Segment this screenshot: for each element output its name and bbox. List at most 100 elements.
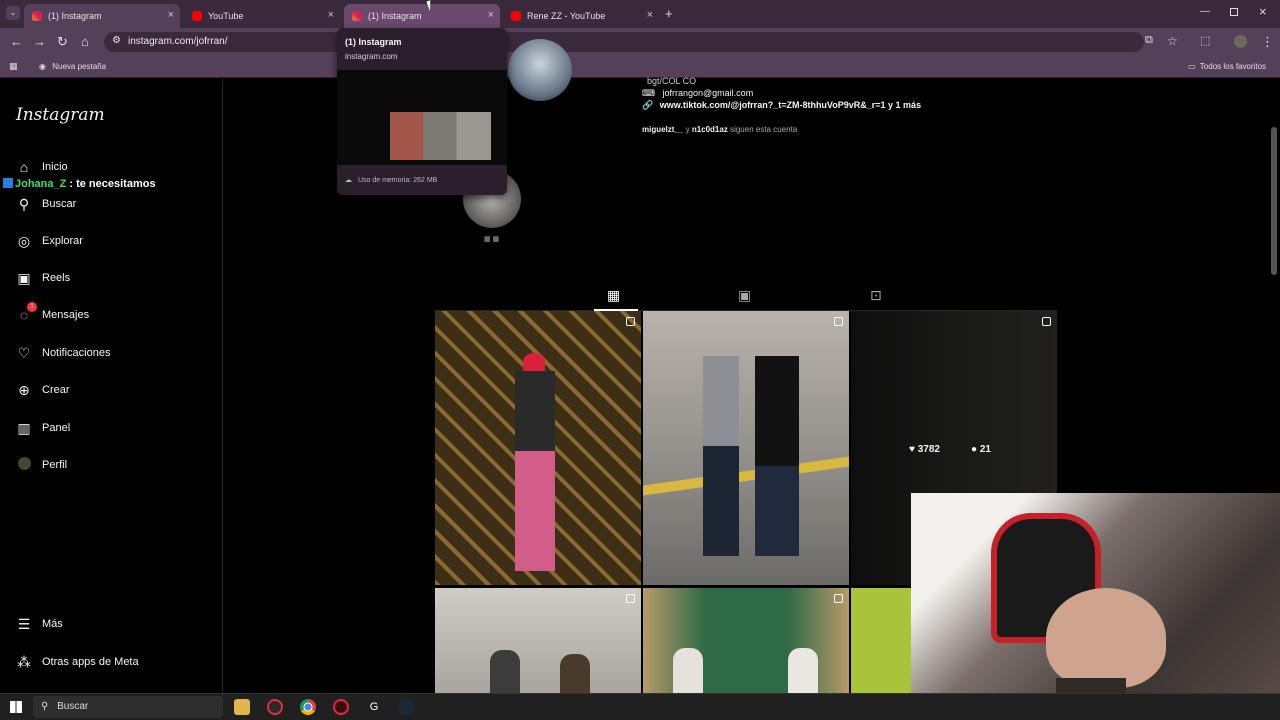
chat-username: Johana_Z xyxy=(15,178,67,190)
instagram-favicon-icon xyxy=(352,11,362,21)
bookmark-label: Nueva pestaña xyxy=(52,62,107,71)
carousel-icon xyxy=(626,594,635,603)
browser-tab-bar: ⌄ (1) Instagram × YouTube × (1) Instagra… xyxy=(0,0,1280,28)
followed-by-suffix: siguen esta cuenta xyxy=(730,125,798,134)
url-text: instagram.com/jofrran/ xyxy=(128,36,228,47)
sidebar-item-buscar[interactable]: ⚲ Buscar xyxy=(16,193,76,215)
browser-menu-icon[interactable]: ⋮ xyxy=(1261,34,1274,50)
chat-message: : te necesitamos xyxy=(69,178,156,190)
sidebar-item-mas[interactable]: ☰ Más xyxy=(16,613,63,635)
new-tab-icon[interactable]: + xyxy=(665,6,673,21)
apps-grid-icon[interactable]: ▦ xyxy=(9,61,18,72)
streamer-webcam xyxy=(911,493,1280,720)
extensions-icon[interactable]: ⬚ xyxy=(1200,34,1210,47)
memory-text: Uso de memoria: 262 MB xyxy=(357,177,438,184)
sidebar-item-crear[interactable]: ⊕ Crear xyxy=(16,379,69,401)
sidebar-item-notificaciones[interactable]: ♡ Notificaciones xyxy=(16,342,111,364)
tagged-tab-icon[interactable]: ⊡ xyxy=(870,287,882,304)
close-tab-icon[interactable]: × xyxy=(647,9,653,21)
reels-tab-icon[interactable]: ▣ xyxy=(738,287,751,304)
close-window-icon[interactable]: × xyxy=(1259,4,1267,19)
reels-icon: ▣ xyxy=(17,270,31,286)
chrome-icon[interactable] xyxy=(300,699,316,715)
preview-domain: instagram.com xyxy=(345,52,398,61)
bookmark-new-tab[interactable]: ◉ Nueva pestaña xyxy=(39,62,106,71)
obs-icon[interactable] xyxy=(267,699,283,715)
sidebar-item-inicio[interactable]: ⌂ Inicio xyxy=(16,156,68,178)
url-bar[interactable]: ⚙ instagram.com/jofrran/ xyxy=(104,32,1144,52)
opera-gx-icon[interactable] xyxy=(333,699,349,715)
steam-icon[interactable] xyxy=(398,699,414,715)
close-tab-icon[interactable]: × xyxy=(328,9,334,21)
sidebar-item-explorar[interactable]: ◎ Explorar xyxy=(16,230,83,252)
install-app-icon[interactable]: ⧉ xyxy=(1145,34,1153,47)
sidebar-item-label: Perfil xyxy=(42,459,68,471)
bio-link[interactable]: 🔗 www.tiktok.com/@jofrran?_t=ZM-8thhuVoP… xyxy=(642,100,921,111)
link-text: www.tiktok.com/@jofrran?_t=ZM-8thhuVoP9v… xyxy=(659,100,922,110)
yellow-curb xyxy=(643,456,849,496)
instagram-logo[interactable]: Instagram xyxy=(16,105,105,125)
profile-avatar[interactable] xyxy=(508,39,572,101)
bookmark-star-icon[interactable]: ☆ xyxy=(1167,34,1178,48)
email-text: jofrrangon@gmail.com xyxy=(662,88,754,98)
tab-list-dropdown-icon[interactable]: ⌄ xyxy=(6,6,20,20)
sidebar-item-label: Inicio xyxy=(42,161,68,173)
tab-title: (1) Instagram xyxy=(48,11,102,21)
tab-title: Rene ZZ - YouTube xyxy=(527,11,606,21)
minimize-icon[interactable]: — xyxy=(1200,6,1210,17)
home-icon: ⌂ xyxy=(19,159,29,175)
folder-icon: ▭ xyxy=(1188,62,1196,71)
all-favorites[interactable]: ▭ Todos los favoritos xyxy=(1188,62,1266,71)
youtube-favicon-icon xyxy=(511,11,521,21)
post-5[interactable] xyxy=(643,588,849,693)
post-6[interactable] xyxy=(851,588,911,693)
taskbar-search-box[interactable]: ⚲ Buscar xyxy=(33,696,223,718)
memory-icon: ☁ xyxy=(345,177,352,184)
tab-title: YouTube xyxy=(208,11,244,21)
carousel-icon xyxy=(626,317,635,326)
close-tab-icon[interactable]: × xyxy=(168,9,174,21)
windows-start-icon[interactable] xyxy=(10,701,22,713)
back-icon[interactable]: ← xyxy=(10,34,23,49)
posts-grid-icon[interactable]: ▦ xyxy=(607,287,620,304)
app-g-icon[interactable]: G xyxy=(366,699,382,715)
preview-thumbnail xyxy=(337,70,507,165)
instagram-sidebar: Instagram ⌂ Inicio ⚲ Buscar ◎ Explorar ▣… xyxy=(0,79,223,693)
reload-icon[interactable]: ↻ xyxy=(57,34,68,50)
sidebar-item-reels[interactable]: ▣ Reels xyxy=(16,267,70,289)
tab-instagram-1[interactable]: (1) Instagram × xyxy=(24,4,180,28)
sidebar-item-label: Notificaciones xyxy=(42,347,111,359)
restore-icon[interactable] xyxy=(1230,8,1238,16)
file-explorer-icon[interactable] xyxy=(234,699,250,715)
red-cap xyxy=(523,353,545,371)
sidebar-item-label: Otras apps de Meta xyxy=(42,656,139,668)
carousel-icon xyxy=(834,594,843,603)
close-tab-icon[interactable]: × xyxy=(488,9,494,21)
meta-apps-icon: ⁂ xyxy=(17,654,31,670)
sidebar-item-label: Mensajes xyxy=(42,309,90,321)
tab-instagram-2[interactable]: (1) Instagram × xyxy=(344,4,500,28)
post-4[interactable] xyxy=(435,588,641,693)
tab-title: (1) Instagram xyxy=(368,11,422,21)
follower-name: n1c0d1az xyxy=(691,125,728,134)
heart-icon: ♡ xyxy=(17,345,31,361)
post-figure xyxy=(788,648,818,693)
post-figure xyxy=(515,371,555,571)
followed-by[interactable]: miguelzt__ y n1c0d1az siguen esta cuenta xyxy=(642,125,797,134)
sidebar-item-panel[interactable]: ▥ Panel xyxy=(16,417,70,439)
home-icon[interactable]: ⌂ xyxy=(81,34,89,49)
post-1[interactable] xyxy=(435,311,641,585)
post-2[interactable] xyxy=(643,311,849,585)
sidebar-item-label: Reels xyxy=(42,272,71,284)
sidebar-item-perfil[interactable]: Perfil xyxy=(16,454,67,476)
tab-rene-youtube[interactable]: Rene ZZ - YouTube × xyxy=(503,4,659,28)
profile-avatar-icon[interactable] xyxy=(1234,35,1247,48)
sidebar-item-meta-apps[interactable]: ⁂ Otras apps de Meta xyxy=(16,651,139,673)
forward-icon[interactable]: → xyxy=(33,34,46,49)
post-figure xyxy=(703,356,739,556)
sidebar-item-mensajes[interactable]: ◌ 1 Mensajes xyxy=(16,302,90,326)
page-scrollbar[interactable] xyxy=(1271,127,1277,275)
site-info-icon[interactable]: ⚙ xyxy=(112,35,121,46)
sidebar-item-label: Buscar xyxy=(42,198,77,210)
tab-youtube[interactable]: YouTube × xyxy=(184,4,340,28)
